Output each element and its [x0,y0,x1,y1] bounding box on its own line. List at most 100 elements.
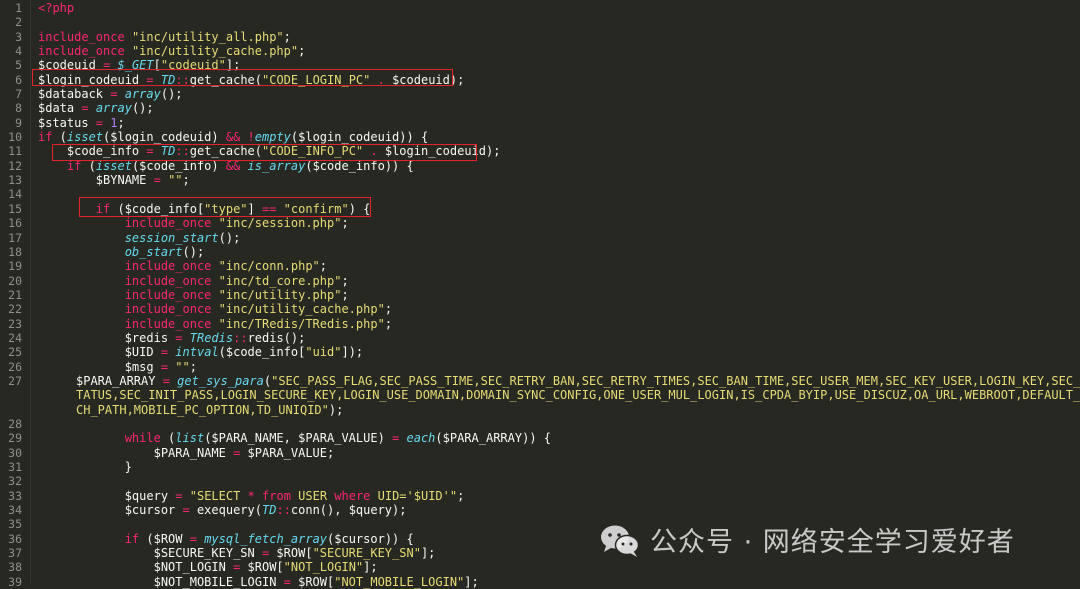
line-number: 29 [8,431,22,446]
line-number: 33 [8,488,22,503]
code-token: "SECURE_KEY_SN" [312,546,421,561]
code-line: 27 $PARA_ARRAY = get_sys_para("SEC_PASS_… [0,374,1080,417]
code-lines: 1 <?php 2 3 include_once "inc/utility_all.ph… [0,1,1080,589]
code-token: "" [175,359,190,374]
code-text: <?php [38,1,74,15]
code-token: $msg [38,359,161,374]
line-number: 22 [8,302,22,317]
code-line: 29 while (list($PARA_NAME, $PARA_VALUE) … [0,431,1080,445]
code-text: $PARA_NAME = $PARA_VALUE; [38,446,335,460]
code-token: while [124,431,161,446]
code-line: 9 $status = 1; [0,116,1080,130]
code-text: $NOT_LOGIN = $ROW["NOT_LOGIN"]; [38,560,378,574]
code-token: ! [247,130,255,145]
code-line: 38 $NOT_LOGIN = $ROW["NOT_LOGIN"]; [0,560,1080,574]
code-token: * [247,488,255,503]
line-number: 12 [8,158,22,173]
code-token: $query [38,488,176,503]
code-line: 8 $data = array(); [0,101,1080,115]
line-number: 20 [8,273,22,288]
line-number: 25 [8,345,22,360]
code-token: = [283,574,291,589]
code-token: ); [328,402,344,417]
code-token: array [124,87,161,102]
code-line: 10 if (isset($login_codeuid) && !empty($l… [0,130,1080,144]
code-line: 20 include_once "inc/td_core.php"; [0,274,1080,288]
code-line: 18 ob_start(); [0,245,1080,259]
code-token: get_sys_para [177,373,264,388]
code-text: include_once "inc/utility.php"; [38,288,349,302]
code-token: = [160,345,169,360]
code-token: from [262,488,291,503]
code-token: "inc/utility.php" [218,287,342,302]
code-token: ]; [464,574,479,589]
code-token: ($login_codeuid)) { [290,130,429,145]
code-text: $BYNAME = ""; [38,173,190,187]
code-token: ; [319,259,328,274]
line-number: 24 [8,330,22,345]
code-token: "NOT_MOBILE_LOGIN" [334,574,465,589]
code-text: include_once "inc/session.php"; [38,216,349,230]
code-line: 2 [0,15,1080,29]
code-token: ]; [420,546,436,561]
code-token: if [38,130,53,145]
code-token: include_once [38,44,125,59]
code-token: $NOT_MOBILE_LOGIN [38,574,284,589]
code-token: isset [66,130,104,145]
code-line: 31 } [0,460,1080,474]
code-token: ($login_codeuid) [103,130,226,145]
code-line: 25 $UID = intval($code_info["uid"]); [0,345,1080,359]
line-number: 38 [8,560,22,575]
wechat-icon [601,525,640,557]
code-line: 22 include_once "inc/utility_cache.php"; [0,302,1080,316]
line-number: 1 [15,1,22,15]
line-number: 10 [8,130,22,145]
line-number: 34 [8,503,22,518]
code-text: $query = "SELECT * from USER where UID='… [38,488,465,503]
code-token: if [124,531,140,546]
watermark: 公众号 · 网络安全学习爱好者 [598,520,1015,559]
code-token: $UID [38,345,161,360]
line-number: 7 [15,87,22,102]
code-token: "inc/TRedis/TRedis.php" [218,316,385,331]
code-text: include_once "inc/utility_cache.php"; [38,44,305,58]
code-token: "" [168,173,183,188]
line-number: 13 [8,173,22,188]
code-token: :: [233,330,248,345]
code-text: if (isset($login_codeuid) && !empty($log… [38,130,428,144]
code-line: 16 include_once "inc/session.php"; [0,216,1080,230]
code-token: ; [117,115,125,130]
code-text: include_once "inc/utility_cache.php"; [38,302,392,316]
code-token: empty [254,130,291,145]
code-token: list [175,431,205,446]
code-token: ($PARA_ARRAY)) { [435,431,551,446]
code-token: ]); [341,345,364,360]
line-number: 23 [8,316,22,331]
code-text: $PARA_ARRAY = get_sys_para("SEC_PASS_FLA… [76,374,1080,417]
code-token: $cursor [38,503,183,518]
code-token: $PARA_ARRAY [76,373,163,388]
code-token: $ROW[ [290,574,335,589]
line-number: 32 [8,474,22,489]
code-token: $databack [38,87,111,102]
code-token: array [95,101,132,116]
code-line: 4 include_once "inc/utility_cache.php"; [0,44,1080,58]
code-token: $BYNAME [38,173,154,188]
code-token: ($code_info[ [218,345,306,360]
code-token: :: [276,503,291,518]
code-token: = [162,373,170,388]
code-editor[interactable]: 1 <?php 2 3 include_once "inc/utility_all.ph… [0,0,1080,589]
code-token: (); [218,230,241,245]
code-line: 23 include_once "inc/TRedis/TRedis.php"; [0,317,1080,331]
code-token: ( [52,130,67,145]
